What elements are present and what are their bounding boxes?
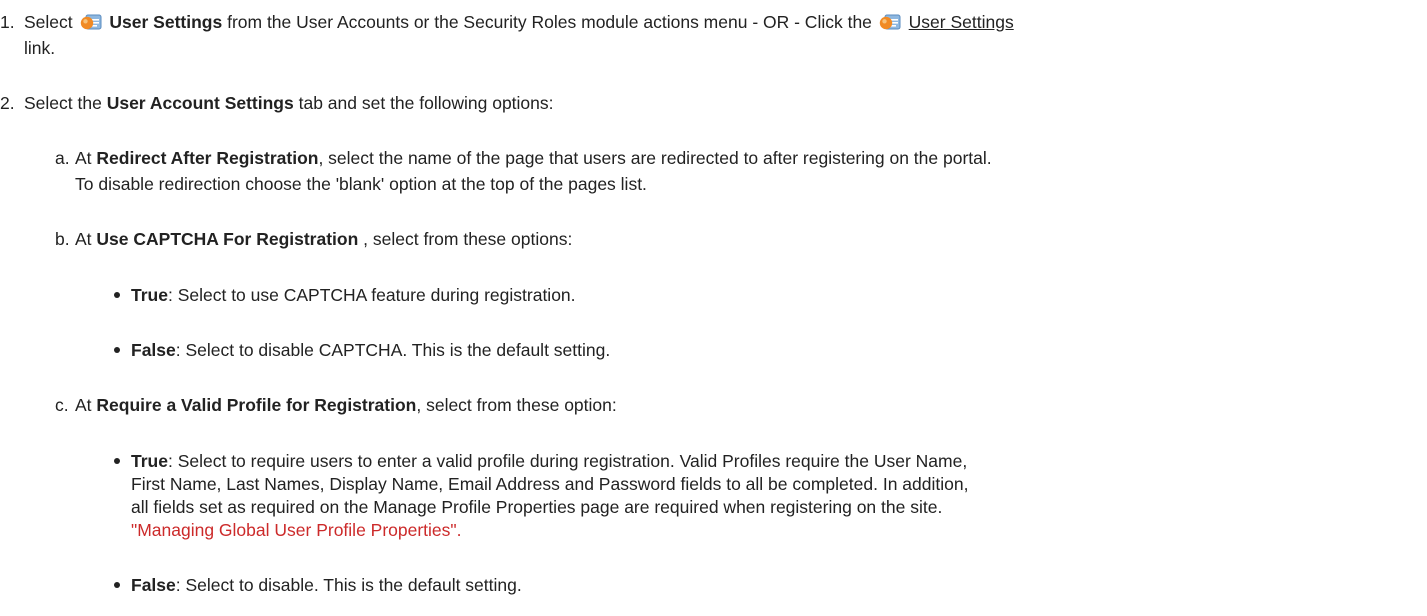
item-c-post: , select from these option: bbox=[416, 395, 617, 415]
item-b-bullet-false: False: Select to disable CAPTCHA. This i… bbox=[131, 339, 610, 361]
user-settings-icon bbox=[80, 14, 102, 30]
step-2-text: Select the User Account Settings tab and… bbox=[24, 92, 554, 114]
item-b-false-bold: False bbox=[131, 340, 176, 360]
item-c-false-bold: False bbox=[131, 575, 176, 595]
item-b-true-text: : Select to use CAPTCHA feature during r… bbox=[167, 285, 576, 305]
bullet-dot bbox=[114, 292, 120, 298]
item-c-pre: At bbox=[75, 395, 92, 415]
item-c-bold: Require a Valid Profile for Registration bbox=[96, 395, 417, 415]
item-c-false-text: : Select to disable. This is the default… bbox=[175, 575, 522, 595]
item-c-true-bold: True bbox=[131, 451, 168, 471]
item-a-post: , select the name of the page that users… bbox=[318, 148, 992, 168]
step-2-number: 2. bbox=[0, 93, 15, 113]
item-b-bullet-true: True: Select to use CAPTCHA feature duri… bbox=[131, 284, 576, 306]
item-a-text: At Redirect After Registration, select t… bbox=[75, 147, 992, 169]
step-2-post: tab and set the following options: bbox=[298, 93, 554, 113]
item-a-letter: a. bbox=[55, 148, 70, 168]
item-b-pre: At bbox=[75, 229, 92, 249]
user-settings-link[interactable]: User Settings bbox=[909, 12, 1014, 32]
bullet-dot bbox=[114, 582, 120, 588]
step-1-line2: link. bbox=[24, 38, 56, 58]
item-a-pre: At bbox=[75, 148, 92, 168]
item-c-bullet-false: False: Select to disable. This is the de… bbox=[131, 574, 522, 596]
step-1-mid: from the User Accounts or the Security R… bbox=[227, 12, 872, 32]
step-1-bold: User Settings bbox=[109, 12, 223, 32]
item-c-true-text-2: First Name, Last Names, Display Name, Em… bbox=[131, 474, 969, 494]
step-2-pre: Select the bbox=[24, 93, 102, 113]
step-1-text: Select User Settings from the User Accou… bbox=[24, 11, 1014, 33]
item-c-true-text-1: : Select to require users to enter a val… bbox=[167, 451, 968, 471]
bullet-dot bbox=[114, 347, 120, 353]
item-b-bold: Use CAPTCHA For Registration bbox=[96, 229, 359, 249]
item-c-letter: c. bbox=[55, 395, 69, 415]
managing-global-profile-link[interactable]: "Managing Global User Profile Properties… bbox=[131, 519, 462, 541]
step-1-number: 1. bbox=[0, 12, 15, 32]
item-a-line2: To disable redirection choose the 'blank… bbox=[75, 174, 647, 194]
item-b-post: , select from these options: bbox=[358, 229, 573, 249]
bullet-dot bbox=[114, 458, 120, 464]
item-b-letter: b. bbox=[55, 229, 70, 249]
item-c-true-text-3: all fields set as required on the Manage… bbox=[131, 497, 943, 517]
step-1-select: Select bbox=[24, 12, 73, 32]
item-a-bold: Redirect After Registration bbox=[96, 148, 319, 168]
user-settings-link-icon bbox=[879, 14, 901, 30]
item-b-text: At Use CAPTCHA For Registration , select… bbox=[75, 228, 572, 250]
item-c-bullet-true-line1: True: Select to require users to enter a… bbox=[131, 450, 967, 472]
item-b-false-text: : Select to disable CAPTCHA. This is the… bbox=[175, 340, 611, 360]
item-b-true-bold: True bbox=[131, 285, 168, 305]
item-c-text: At Require a Valid Profile for Registrat… bbox=[75, 394, 617, 416]
step-2-bold: User Account Settings bbox=[106, 93, 294, 113]
